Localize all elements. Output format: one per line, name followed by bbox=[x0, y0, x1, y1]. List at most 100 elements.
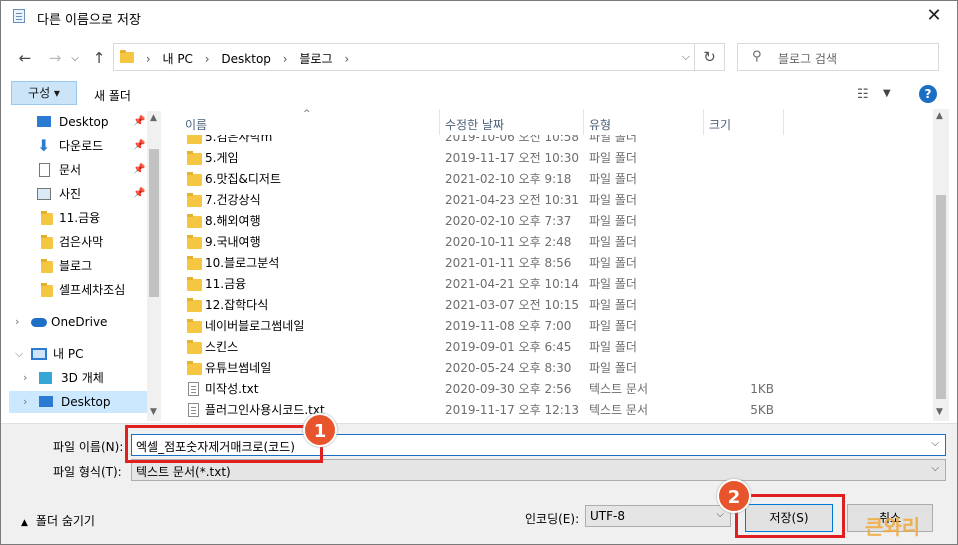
column-divider[interactable] bbox=[439, 109, 440, 135]
nav-item-folder[interactable]: 검은사막 bbox=[9, 231, 149, 253]
nav-item-label: 셀프세차조심 bbox=[59, 283, 126, 297]
up-arrow-icon[interactable]: ↑ bbox=[89, 49, 109, 67]
folder-icon bbox=[187, 340, 202, 354]
file-type: 파일 폴더 bbox=[589, 361, 637, 375]
nav-item-label: 사진 bbox=[59, 187, 82, 201]
pin-icon: 📌 bbox=[133, 188, 146, 199]
file-row[interactable]: 5.게임 2019-11-17 오전 10:30 파일 폴더 bbox=[163, 148, 935, 169]
new-folder-button[interactable]: 새 폴더 bbox=[94, 87, 131, 104]
nav-item-documents[interactable]: 문서 📌 bbox=[9, 159, 149, 181]
folder-icon bbox=[187, 235, 202, 249]
scroll-up-icon[interactable]: ▲ bbox=[936, 111, 943, 121]
nav-item-folder[interactable]: 셀프세차조심 bbox=[9, 279, 149, 301]
column-divider[interactable] bbox=[583, 109, 584, 135]
title-bar: 다른 이름으로 저장 ✕ bbox=[1, 1, 957, 31]
nav-scrollbar[interactable]: ▲ ▼ bbox=[147, 111, 161, 421]
file-date: 2021-04-21 오후 10:14 bbox=[445, 277, 580, 291]
chevron-down-icon[interactable]: ▼ bbox=[883, 88, 891, 99]
file-type: 파일 폴더 bbox=[589, 235, 637, 249]
forward-arrow-icon[interactable]: → bbox=[45, 49, 65, 67]
nav-item-pictures[interactable]: 사진 📌 bbox=[9, 183, 149, 205]
back-arrow-icon[interactable]: ← bbox=[15, 49, 35, 67]
view-options-icon[interactable]: ☷ bbox=[857, 87, 869, 102]
search-input[interactable]: ⚲ 블로그 검색 bbox=[737, 43, 939, 71]
col-name[interactable]: 이름 bbox=[185, 116, 207, 133]
chevron-down-icon[interactable]: ⌵ bbox=[716, 509, 724, 520]
nav-item-onedrive[interactable]: › OneDrive bbox=[9, 311, 149, 333]
file-row[interactable]: 스킨스 2019-09-01 오후 6:45 파일 폴더 bbox=[163, 337, 935, 358]
file-name: 스킨스 bbox=[205, 340, 239, 354]
column-divider[interactable] bbox=[703, 109, 704, 135]
chevron-right-icon[interactable]: › bbox=[15, 311, 19, 333]
chevron-right-icon[interactable]: › bbox=[344, 52, 349, 66]
search-icon: ⚲ bbox=[752, 49, 762, 64]
chevron-right-icon[interactable]: › bbox=[205, 52, 210, 66]
dialog-title: 다른 이름으로 저장 bbox=[37, 13, 141, 28]
nav-item-3d-objects[interactable]: › 3D 개체 bbox=[9, 367, 149, 389]
encoding-label: 인코딩(E): bbox=[525, 512, 580, 526]
encoding-select[interactable]: UTF-8 ⌵ bbox=[585, 505, 731, 527]
file-row[interactable]: 6.맛집&디저트 2021-02-10 오후 9:18 파일 폴더 bbox=[163, 169, 935, 190]
file-name: 12.잡학다식 bbox=[205, 298, 269, 312]
hide-folders-toggle[interactable]: ▲ 폴더 숨기기 bbox=[21, 512, 95, 529]
scroll-thumb[interactable] bbox=[149, 149, 159, 297]
chevron-down-icon[interactable]: ⌵ bbox=[682, 50, 690, 64]
col-size[interactable]: 크기 bbox=[709, 116, 731, 133]
scroll-thumb[interactable] bbox=[936, 195, 946, 399]
scroll-down-icon[interactable]: ▼ bbox=[150, 407, 157, 417]
help-icon[interactable]: ? bbox=[919, 85, 937, 103]
file-row[interactable]: 유튜브썸네일 2020-05-24 오후 8:30 파일 폴더 bbox=[163, 358, 935, 379]
chevron-right-icon[interactable]: › bbox=[23, 391, 27, 413]
nav-item-label: 다운로드 bbox=[59, 139, 104, 153]
hide-folders-label: 폴더 숨기기 bbox=[35, 514, 95, 528]
file-row[interactable]: 9.국내여행 2020-10-11 오후 2:48 파일 폴더 bbox=[163, 232, 935, 253]
nav-item-folder[interactable]: 블로그 bbox=[9, 255, 149, 277]
file-row[interactable]: 11.금융 2021-04-21 오후 10:14 파일 폴더 bbox=[163, 274, 935, 295]
breadcrumb-item[interactable]: Desktop bbox=[221, 52, 271, 66]
nav-item-downloads[interactable]: ⬇ 다운로드 📌 bbox=[9, 135, 149, 157]
chevron-down-icon[interactable]: ⌵ bbox=[931, 463, 939, 474]
file-type: 텍스트 문서 bbox=[589, 403, 649, 417]
nav-item-label: 검은사막 bbox=[59, 235, 104, 249]
cloud-icon bbox=[31, 318, 47, 327]
nav-item-folder[interactable]: 11.금융 bbox=[9, 207, 149, 229]
file-row[interactable]: 네이버블로그썸네일 2019-11-08 오후 7:00 파일 폴더 bbox=[163, 316, 935, 337]
address-bar[interactable]: › 내 PC › Desktop › 블로그 › ⌵ ↻ bbox=[113, 43, 725, 71]
save-as-dialog: 다른 이름으로 저장 ✕ ← → ⌵ ↑ › 내 PC › Desktop › … bbox=[0, 0, 958, 545]
file-row[interactable]: 10.블로그분석 2021-01-11 오후 8:56 파일 폴더 bbox=[163, 253, 935, 274]
column-divider[interactable] bbox=[783, 109, 784, 135]
folder-icon bbox=[187, 319, 202, 333]
recent-dropdown-icon[interactable]: ⌵ bbox=[65, 53, 85, 64]
file-row[interactable]: 12.잡학다식 2021-03-07 오전 10:15 파일 폴더 bbox=[163, 295, 935, 316]
file-row[interactable]: 플러그인사용시코드.txt 2019-11-17 오후 12:13 텍스트 문서 5K… bbox=[163, 400, 935, 421]
file-name: 7.건강상식 bbox=[205, 193, 261, 207]
nav-item-label: 3D 개체 bbox=[61, 371, 104, 385]
highlight-filename bbox=[125, 425, 323, 463]
chevron-right-icon[interactable]: › bbox=[23, 367, 27, 389]
breadcrumb-item[interactable]: 내 PC bbox=[162, 52, 192, 66]
nav-item-desktop[interactable]: › Desktop bbox=[9, 391, 149, 413]
chevron-right-icon[interactable]: › bbox=[283, 52, 288, 66]
breadcrumb-item[interactable]: 블로그 bbox=[299, 52, 332, 66]
file-row[interactable]: 8.해외여행 2020-02-10 오후 7:37 파일 폴더 bbox=[163, 211, 935, 232]
file-row[interactable]: 미작성.txt 2020-09-30 오후 2:56 텍스트 문서 1KB bbox=[163, 379, 935, 400]
scroll-down-icon[interactable]: ▼ bbox=[936, 407, 943, 417]
file-row[interactable]: 7.건강상식 2021-04-23 오전 10:31 파일 폴더 bbox=[163, 190, 935, 211]
nav-item-desktop-quick[interactable]: Desktop 📌 bbox=[9, 111, 149, 133]
refresh-icon[interactable]: ↻ bbox=[694, 44, 724, 70]
col-type[interactable]: 유형 bbox=[589, 116, 611, 133]
nav-item-this-pc[interactable]: ⌵ 내 PC bbox=[9, 343, 149, 365]
chevron-right-icon[interactable]: › bbox=[146, 52, 151, 66]
chevron-down-icon[interactable]: ⌵ bbox=[931, 438, 939, 449]
scroll-up-icon[interactable]: ▲ bbox=[150, 113, 157, 123]
close-button[interactable]: ✕ bbox=[911, 1, 957, 31]
document-icon bbox=[39, 163, 50, 177]
col-modified[interactable]: 수정한 날짜 bbox=[445, 116, 504, 133]
sort-ascending-icon: ^ bbox=[303, 109, 311, 119]
file-scrollbar[interactable]: ▲ ▼ bbox=[933, 109, 949, 421]
organize-button[interactable]: 구성 ▾ bbox=[11, 81, 77, 105]
file-date: 2019-09-01 오후 6:45 bbox=[445, 340, 572, 354]
picture-icon bbox=[37, 188, 51, 200]
chevron-down-icon[interactable]: ⌵ bbox=[15, 343, 23, 365]
file-date: 2019-11-08 오후 7:00 bbox=[445, 319, 572, 333]
